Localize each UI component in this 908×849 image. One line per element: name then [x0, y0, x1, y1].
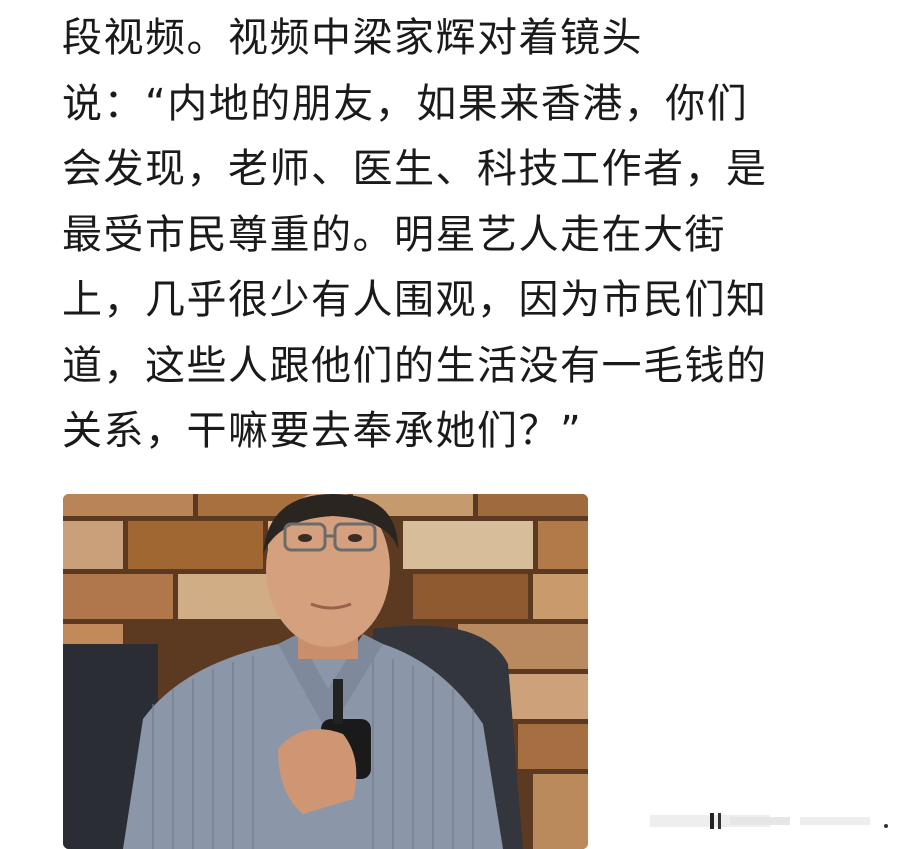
article-line-7: 关系，干嘛要去奉承她们？”	[62, 408, 583, 454]
photo-illustration	[63, 494, 588, 849]
article-line-2: 说：“内地的朋友，如果来香港，你们	[62, 80, 749, 127]
article-line-5: 上，几乎很少有人围观，因为市民们知	[62, 277, 768, 323]
article-photo[interactable]	[63, 494, 588, 849]
article-line-4: 最受市民尊重的。明星艺人走在大街	[62, 211, 726, 258]
article-body: 段视频。视频中梁家辉对着镜头 说：“内地的朋友，如果来香港，你们 会发现，老师、…	[62, 6, 862, 465]
article-line-3: 会发现，老师、医生、科技工作者，是	[62, 146, 768, 192]
article-line-1: 段视频。视频中梁家辉对着镜头	[62, 15, 643, 61]
article-line-6: 道，这些人跟他们的生活没有一毛钱的	[62, 342, 768, 389]
article-post: 段视频。视频中梁家辉对着镜头 说：“内地的朋友，如果来香港，你们 会发现，老师、…	[0, 0, 908, 849]
watermark-mark	[650, 813, 888, 829]
